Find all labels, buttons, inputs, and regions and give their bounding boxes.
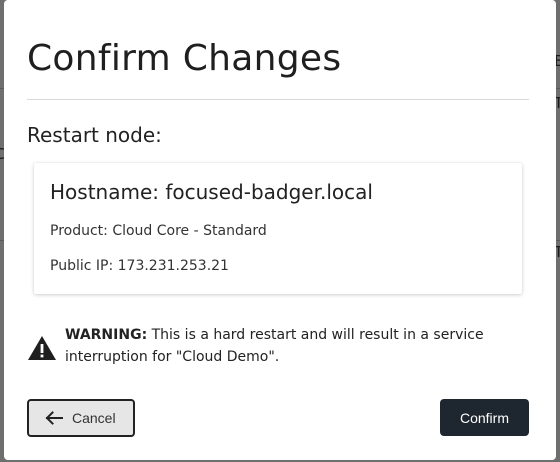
warning-text: WARNING: This is a hard restart and will…	[65, 324, 505, 368]
hostname-value: focused-badger.local	[165, 180, 373, 204]
arrow-left-icon	[45, 411, 63, 425]
cancel-button-label: Cancel	[72, 410, 116, 426]
public-ip-label: Public IP:	[50, 258, 118, 274]
cancel-button[interactable]: Cancel	[27, 399, 135, 437]
product-value: Cloud Core - Standard	[112, 223, 267, 239]
confirm-button[interactable]: Confirm	[440, 399, 529, 436]
public-ip-value: 173.231.253.21	[117, 258, 229, 274]
hostname-line: Hostname: focused-badger.local	[50, 180, 373, 204]
action-label: Restart node:	[27, 123, 162, 147]
title-divider	[27, 99, 529, 100]
product-label: Product:	[50, 223, 113, 239]
dialog-title: Confirm Changes	[27, 38, 342, 79]
product-line: Product: Cloud Core - Standard	[50, 223, 267, 239]
node-details-card: Hostname: focused-badger.local Product: …	[34, 163, 522, 294]
confirm-button-label: Confirm	[459, 409, 509, 426]
confirm-changes-dialog: Confirm Changes Restart node: Hostname: …	[4, 0, 556, 460]
public-ip-line: Public IP: 173.231.253.21	[50, 258, 229, 274]
warning-prefix: WARNING:	[65, 327, 148, 343]
hostname-label: Hostname:	[50, 180, 166, 204]
warning-triangle-icon	[27, 335, 57, 361]
